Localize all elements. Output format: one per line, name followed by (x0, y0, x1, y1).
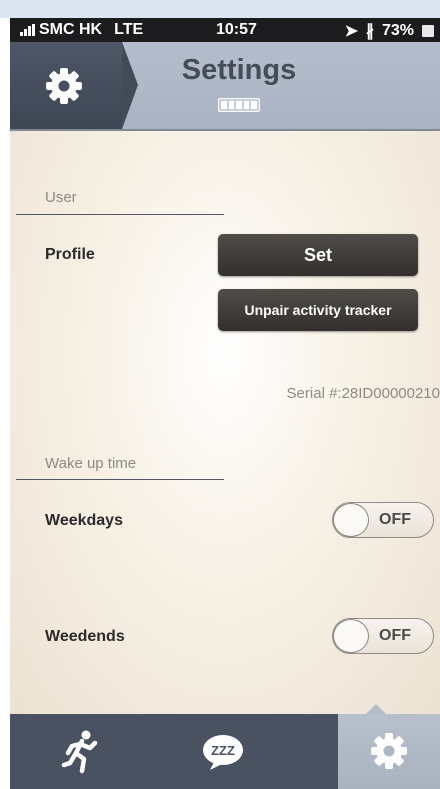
carrier-name: SMC HK (39, 21, 103, 38)
gear-icon (46, 68, 82, 104)
carrier-group: SMC HK LTE (20, 21, 143, 39)
settings-content: User Profile Set Unpair activity tracker… (10, 131, 440, 714)
header-menu-button[interactable] (10, 42, 138, 129)
unpair-tracker-button[interactable]: Unpair activity tracker (218, 289, 418, 331)
tab-sleep[interactable]: ZZZ (152, 714, 294, 789)
top-strip (0, 0, 440, 18)
signal-icon (20, 24, 35, 36)
phone-screen: SMC HK LTE 10:57 ➤ ∦ 73% Settings User P… (0, 0, 440, 789)
page-title: Settings (181, 54, 297, 86)
battery-icon (422, 25, 434, 37)
status-time: 10:57 (216, 21, 257, 38)
location-icon: ➤ (344, 23, 358, 40)
toggle-state: OFF (379, 627, 411, 644)
toggle-state: OFF (379, 511, 411, 528)
set-profile-button[interactable]: Set (218, 234, 418, 276)
weekends-label: Weedends (45, 628, 125, 645)
section-divider (16, 214, 224, 215)
status-bar: SMC HK LTE 10:57 ➤ ∦ 73% (10, 18, 440, 42)
profile-label: Profile (45, 246, 95, 263)
status-right-group: ➤ ∦ 73% (345, 21, 434, 41)
toggle-knob (333, 503, 369, 537)
section-divider (16, 479, 224, 480)
tab-settings[interactable] (338, 714, 440, 789)
sleep-icon-text: ZZZ (211, 743, 235, 758)
tracker-battery-icon (218, 98, 260, 112)
tab-activity[interactable] (10, 714, 152, 789)
tab-bar: ZZZ (10, 704, 440, 789)
weekdays-toggle[interactable]: OFF (332, 502, 434, 538)
sleep-zzz-icon: ZZZ (203, 735, 243, 770)
bluetooth-icon: ∦ (365, 23, 374, 40)
section-label-wake: Wake up time (45, 455, 137, 472)
running-person-icon (61, 730, 98, 774)
battery-percent: 73% (381, 22, 414, 39)
section-label-user: User (45, 189, 77, 206)
serial-number: Serial #:28ID00000210 (286, 385, 440, 402)
weekends-toggle[interactable]: OFF (332, 618, 434, 654)
network-type: LTE (114, 21, 144, 38)
gear-icon (371, 733, 407, 769)
header-bar: Settings (10, 42, 440, 131)
weekdays-label: Weekdays (45, 512, 123, 529)
toggle-knob (333, 619, 369, 653)
